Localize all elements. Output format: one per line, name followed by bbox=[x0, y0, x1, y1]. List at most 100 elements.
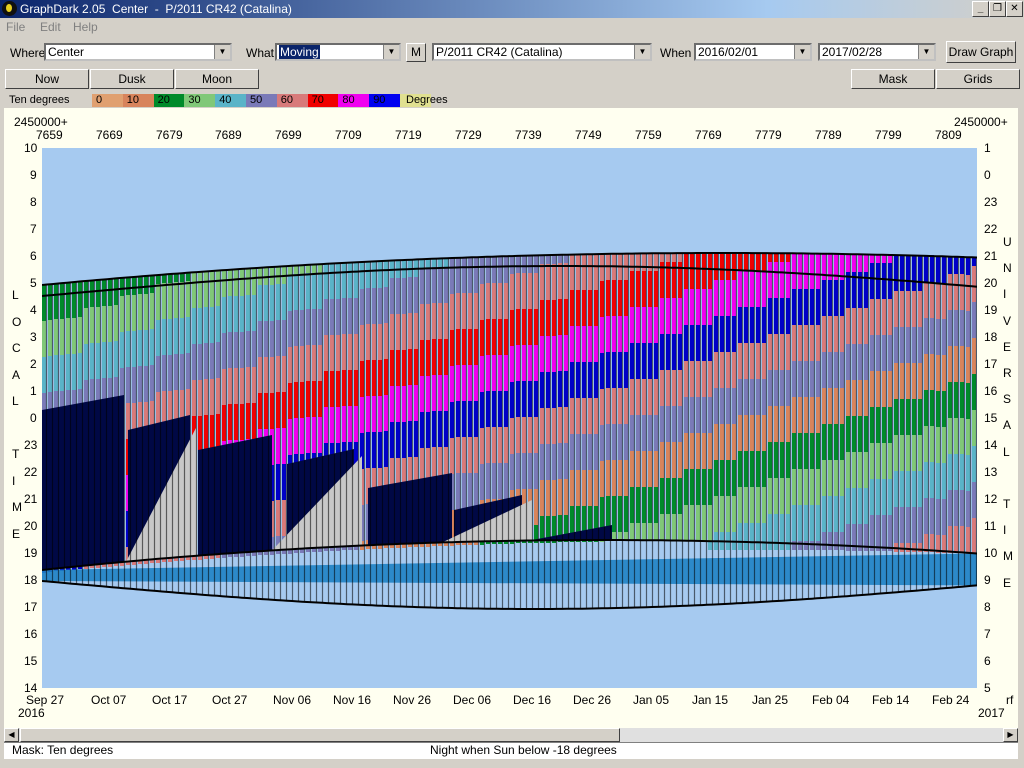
altitude-cell bbox=[720, 388, 724, 397]
altitude-cell bbox=[504, 346, 508, 355]
altitude-cell bbox=[816, 451, 820, 460]
altitude-cell bbox=[306, 435, 310, 444]
altitude-cell bbox=[312, 444, 316, 453]
altitude-cell bbox=[492, 436, 496, 445]
altitude-cell bbox=[492, 301, 496, 310]
darkness-plot[interactable] bbox=[42, 148, 977, 688]
altitude-cell bbox=[684, 352, 688, 361]
altitude-cell bbox=[762, 451, 766, 460]
altitude-cell bbox=[840, 343, 844, 352]
menu-help[interactable]: Help bbox=[73, 20, 98, 34]
altitude-cell bbox=[366, 477, 370, 486]
chevron-down-icon[interactable]: ▼ bbox=[383, 45, 399, 59]
altitude-cell bbox=[594, 371, 598, 380]
what-combo[interactable]: Moving ▼ bbox=[275, 43, 401, 61]
altitude-cell bbox=[804, 478, 808, 487]
altitude-cell bbox=[870, 524, 874, 533]
restore-button[interactable]: ❐ bbox=[989, 1, 1006, 17]
altitude-cell bbox=[810, 496, 814, 505]
altitude-cell bbox=[816, 325, 820, 334]
altitude-cell bbox=[642, 370, 646, 379]
altitude-cell bbox=[954, 382, 958, 391]
object-combo[interactable]: P/2011 CR42 (Catalina) ▼ bbox=[432, 43, 652, 61]
altitude-cell bbox=[786, 478, 790, 487]
altitude-cell bbox=[456, 428, 460, 437]
altitude-cell bbox=[204, 370, 208, 379]
draw-graph-button[interactable]: Draw Graph bbox=[946, 41, 1016, 63]
now-button[interactable]: Now bbox=[5, 69, 89, 89]
menu-edit[interactable]: Edit bbox=[40, 20, 61, 34]
where-combo[interactable]: Center ▼ bbox=[44, 43, 232, 61]
altitude-cell bbox=[312, 399, 316, 408]
grids-button[interactable]: Grids bbox=[936, 69, 1020, 89]
altitude-cell bbox=[336, 443, 340, 452]
altitude-cell bbox=[612, 379, 616, 388]
altitude-cell bbox=[552, 462, 556, 471]
altitude-cell bbox=[342, 379, 346, 388]
altitude-cell bbox=[906, 462, 910, 471]
altitude-cell bbox=[318, 264, 322, 273]
altitude-cell bbox=[474, 311, 478, 320]
altitude-cell bbox=[558, 299, 562, 308]
scale-label: 30 bbox=[188, 94, 201, 106]
altitude-cell bbox=[858, 524, 862, 533]
altitude-cell bbox=[816, 433, 820, 442]
altitude-cell bbox=[414, 448, 418, 457]
minimize-button[interactable]: _ bbox=[972, 1, 989, 17]
menu-file[interactable]: File bbox=[6, 20, 25, 34]
altitude-cell bbox=[666, 478, 670, 487]
altitude-cell bbox=[726, 532, 730, 541]
what-label: What bbox=[246, 46, 275, 60]
altitude-cell bbox=[414, 457, 418, 466]
altitude-cell bbox=[456, 455, 460, 464]
chevron-down-icon[interactable]: ▼ bbox=[634, 45, 650, 59]
end-date-combo[interactable]: 2017/02/28 ▼ bbox=[818, 43, 936, 61]
chevron-down-icon[interactable]: ▼ bbox=[794, 45, 810, 59]
altitude-cell bbox=[486, 283, 490, 292]
altitude-cell bbox=[648, 514, 652, 523]
altitude-cell bbox=[780, 397, 784, 406]
altitude-cell bbox=[60, 319, 64, 328]
altitude-cell bbox=[258, 375, 262, 384]
altitude-cell bbox=[852, 335, 856, 344]
altitude-cell bbox=[414, 277, 418, 286]
altitude-cell bbox=[474, 428, 478, 437]
altitude-cell bbox=[636, 406, 640, 415]
start-date-combo[interactable]: 2016/02/01 ▼ bbox=[694, 43, 812, 61]
altitude-cell bbox=[126, 304, 130, 313]
altitude-cell bbox=[258, 303, 262, 312]
chevron-down-icon[interactable]: ▼ bbox=[918, 45, 934, 59]
altitude-cell bbox=[888, 443, 892, 452]
altitude-cell bbox=[798, 451, 802, 460]
close-button[interactable]: ✕ bbox=[1006, 1, 1023, 17]
altitude-cell bbox=[666, 424, 670, 433]
m-button[interactable]: M bbox=[406, 43, 426, 62]
altitude-cell bbox=[570, 488, 574, 497]
altitude-cell bbox=[948, 346, 952, 355]
altitude-cell bbox=[846, 389, 850, 398]
mask-button[interactable]: Mask bbox=[851, 69, 935, 89]
altitude-cell bbox=[84, 362, 88, 371]
altitude-cell bbox=[522, 336, 526, 345]
altitude-cell bbox=[252, 304, 256, 313]
altitude-cell bbox=[612, 343, 616, 352]
altitude-cell bbox=[948, 436, 952, 445]
altitude-cell bbox=[54, 328, 58, 337]
altitude-cell bbox=[270, 285, 274, 294]
chevron-down-icon[interactable]: ▼ bbox=[214, 45, 230, 59]
altitude-cell bbox=[204, 388, 208, 397]
altitude-cell bbox=[48, 329, 52, 338]
dusk-button[interactable]: Dusk bbox=[90, 69, 174, 89]
moon-button[interactable]: Moon bbox=[175, 69, 259, 89]
altitude-cell bbox=[600, 398, 604, 407]
app-icon[interactable] bbox=[2, 1, 17, 16]
altitude-cell bbox=[372, 387, 376, 396]
altitude-cell bbox=[876, 443, 880, 452]
altitude-cell bbox=[774, 514, 778, 523]
altitude-cell bbox=[744, 478, 748, 487]
altitude-cell bbox=[780, 478, 784, 487]
altitude-cell bbox=[600, 281, 604, 290]
altitude-cell bbox=[582, 398, 586, 407]
altitude-cell bbox=[678, 523, 682, 532]
altitude-cell bbox=[894, 291, 898, 300]
